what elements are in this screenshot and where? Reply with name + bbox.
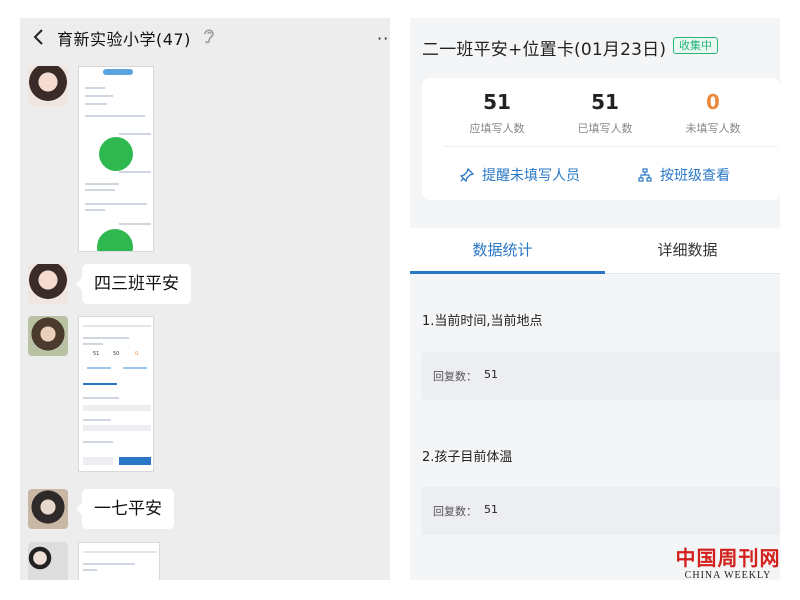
avatar[interactable] <box>28 66 68 106</box>
watermark-en: CHINA WEEKLY <box>684 570 772 581</box>
reply-label: 回复数： <box>433 505 477 518</box>
stat-should-fill: 51 应填写人数 <box>442 88 552 136</box>
active-tab-indicator <box>410 271 605 274</box>
status-badge: 收集中 <box>673 37 718 54</box>
pin-icon <box>460 168 474 182</box>
chat-header: 育新实验小学(47) ·· <box>20 18 390 56</box>
image-message[interactable]: 51 50 0 <box>78 316 154 472</box>
chat-bubble[interactable]: 四三班平安 <box>76 264 191 304</box>
stat-filled: 51 已填写人数 <box>550 88 660 136</box>
stat-value: 0 <box>706 90 720 114</box>
page: 育新实验小学(47) ·· 四三班平安 51 50 0 一七平安 二一班平安+位… <box>0 0 800 600</box>
avatar[interactable] <box>28 316 68 356</box>
avatar[interactable] <box>28 264 68 304</box>
ear-icon <box>204 29 214 44</box>
view-by-class-label: 按班级查看 <box>660 168 730 184</box>
chat-panel: 育新实验小学(47) ·· 四三班平安 51 50 0 一七平安 <box>20 18 390 580</box>
stats-card: 51 应填写人数 51 已填写人数 0 未填写人数 提醒未填写人员 按班级查看 <box>422 78 780 200</box>
question-title: 2.孩子目前体温 <box>422 450 513 465</box>
reply-summary[interactable]: 回复数： 51 <box>422 487 780 535</box>
stat-label: 未填写人数 <box>685 122 741 135</box>
image-message[interactable] <box>78 66 154 252</box>
tab-statistics[interactable]: 数据统计 <box>410 228 595 274</box>
org-chart-icon <box>638 168 652 182</box>
chat-title: 育新实验小学(47) <box>57 30 191 49</box>
watermark-logo: 中国周刊网 CHINA WEEKLY <box>667 546 789 581</box>
reply-count: 51 <box>484 503 498 516</box>
tab-bar: 数据统计 详细数据 <box>410 228 780 274</box>
divider <box>444 146 778 147</box>
chat-bubble[interactable]: 一七平安 <box>76 489 174 529</box>
form-stats-panel: 二一班平安+位置卡(01月23日) 收集中 51 应填写人数 51 已填写人数 … <box>410 18 780 580</box>
watermark-cn: 中国周刊网 <box>675 546 781 570</box>
remind-unfilled-button[interactable]: 提醒未填写人员 <box>460 165 580 185</box>
tab-details[interactable]: 详细数据 <box>595 228 780 274</box>
back-arrow-icon[interactable] <box>30 28 48 46</box>
stat-value: 51 <box>483 90 511 114</box>
question-title: 1.当前时间,当前地点 <box>422 314 543 329</box>
reply-label: 回复数： <box>433 370 477 383</box>
form-title: 二一班平安+位置卡(01月23日) <box>422 40 667 60</box>
view-by-class-button[interactable]: 按班级查看 <box>638 165 730 185</box>
stat-unfilled: 0 未填写人数 <box>658 88 768 136</box>
more-options-icon[interactable]: ·· <box>377 29 389 48</box>
image-message[interactable] <box>78 542 160 580</box>
stat-label: 已填写人数 <box>577 122 633 135</box>
reply-summary[interactable]: 回复数： 51 <box>422 352 780 400</box>
remind-unfilled-label: 提醒未填写人员 <box>482 168 580 184</box>
stat-value: 51 <box>591 90 619 114</box>
reply-count: 51 <box>484 368 498 381</box>
avatar[interactable] <box>28 542 68 580</box>
avatar[interactable] <box>28 489 68 529</box>
stat-label: 应填写人数 <box>469 122 525 135</box>
